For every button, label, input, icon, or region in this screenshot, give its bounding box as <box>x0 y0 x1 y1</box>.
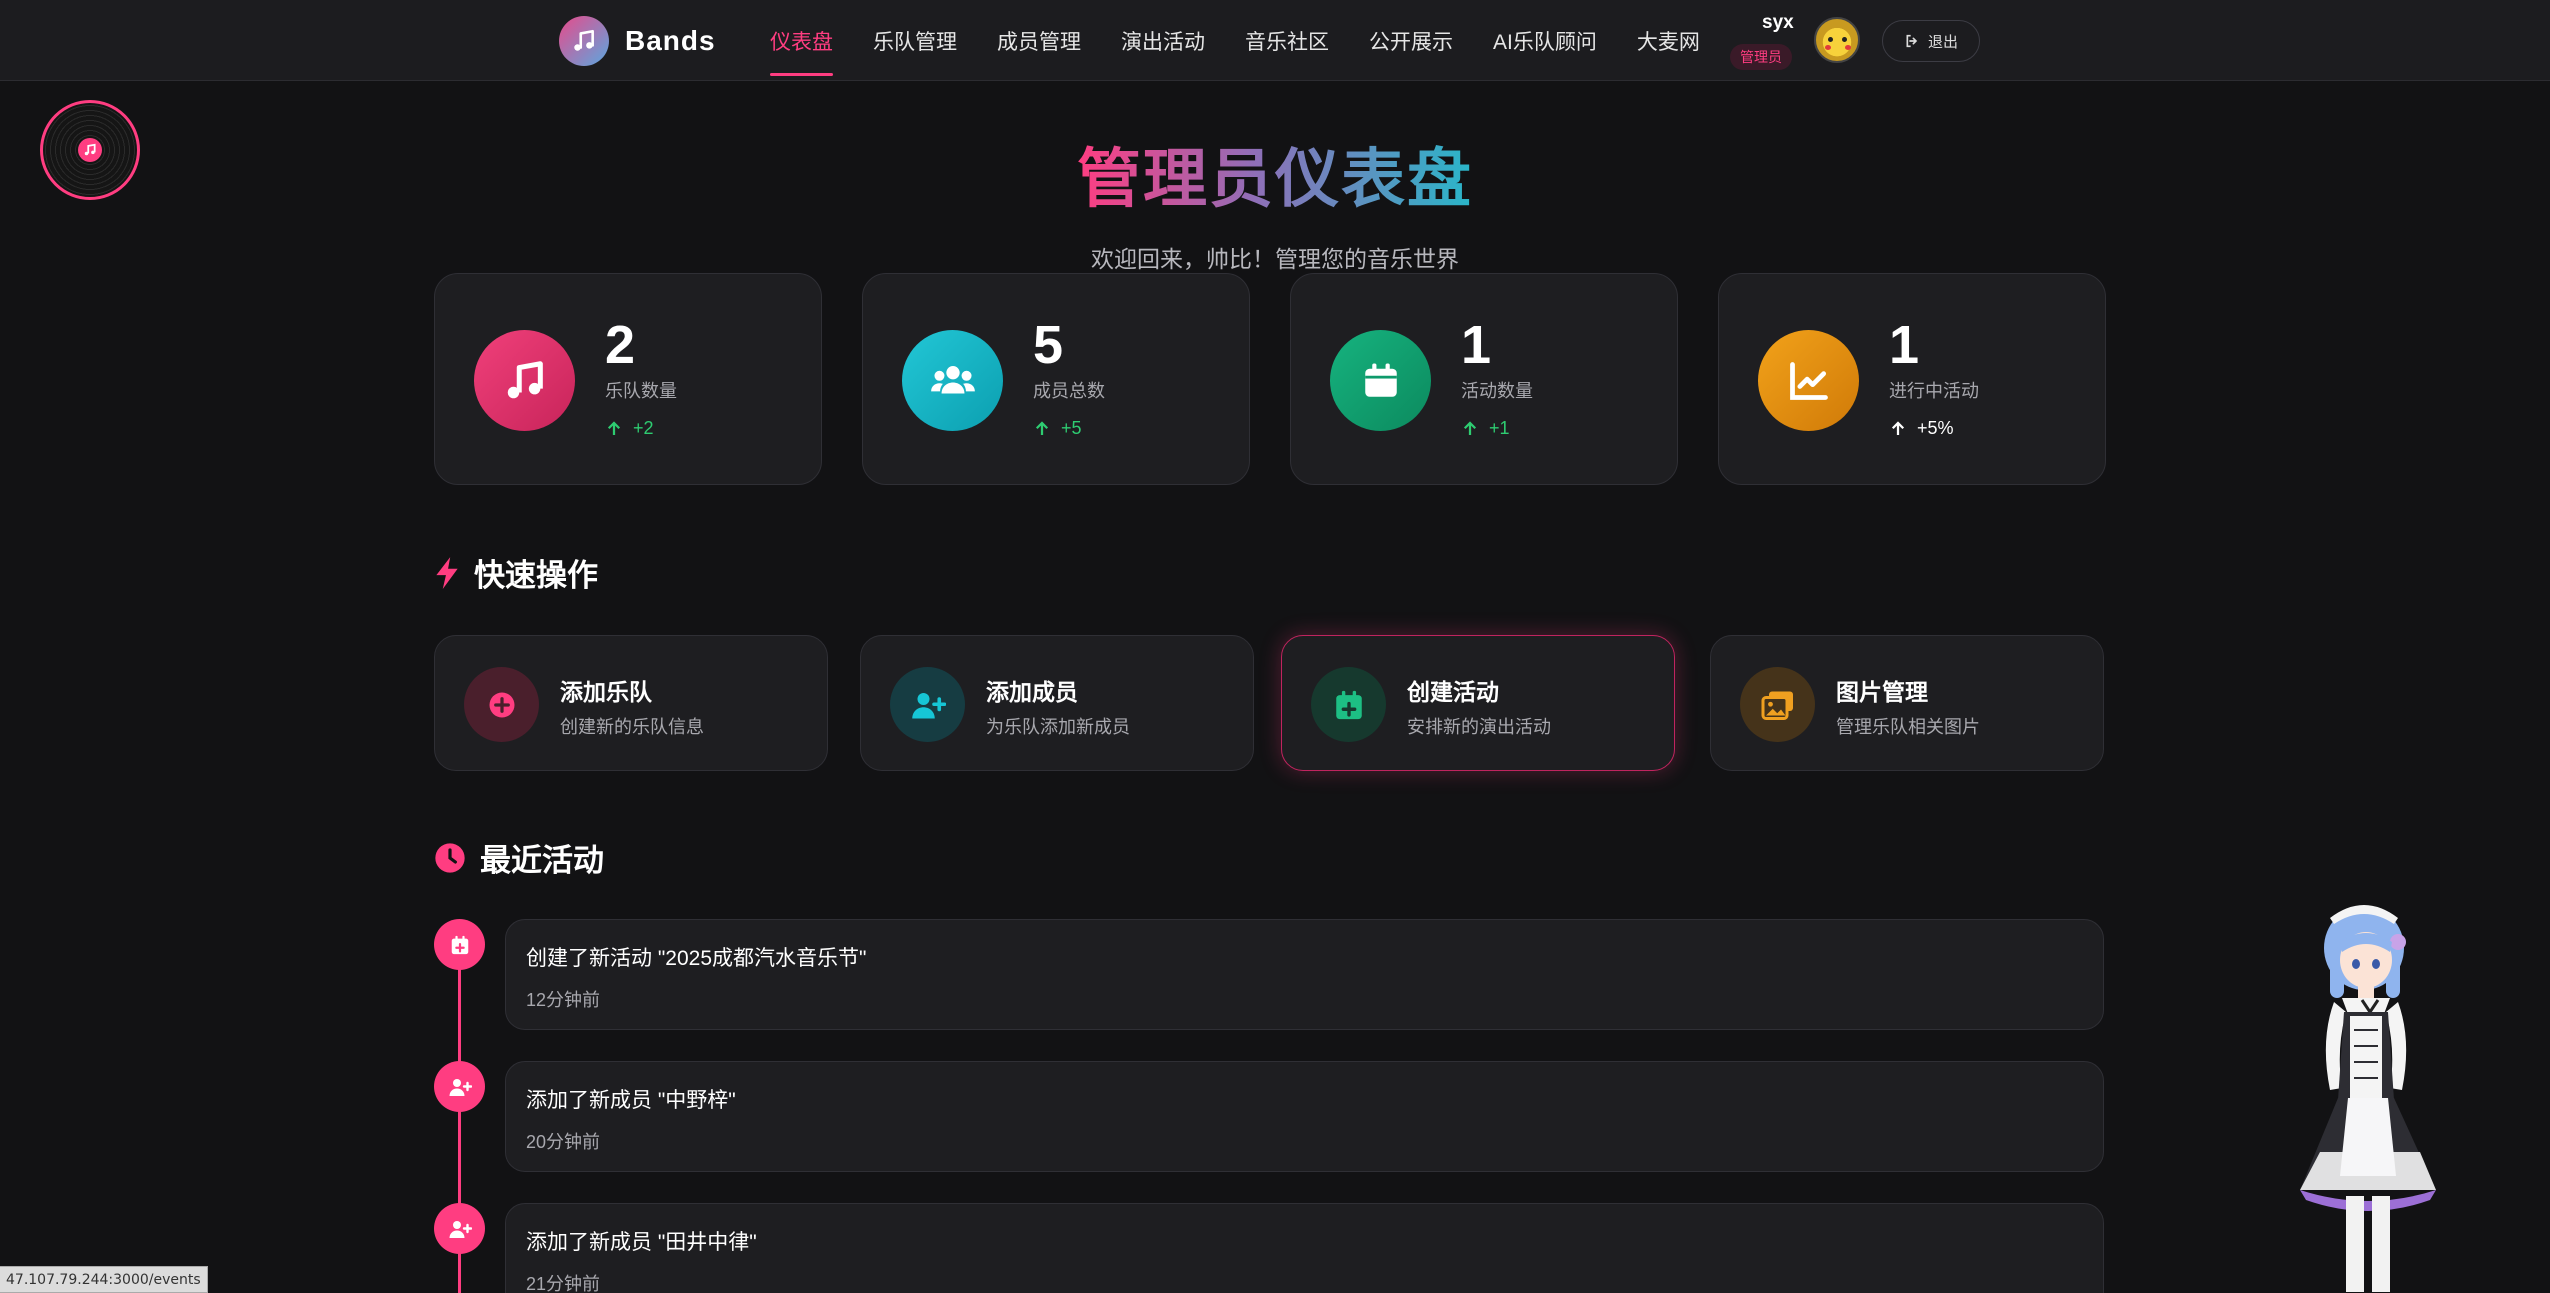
bolt-icon <box>436 556 458 589</box>
plus-circle-icon <box>464 667 539 742</box>
music-icon <box>474 330 575 431</box>
action-desc: 创建新的乐队信息 <box>560 717 704 737</box>
action-desc: 为乐队添加新成员 <box>986 717 1130 737</box>
timeline-item-time: 12分钟前 <box>526 990 601 1010</box>
action-desc: 管理乐队相关图片 <box>1836 717 1980 737</box>
brand-name: Bands <box>625 25 716 56</box>
stat-value: 2 <box>605 315 636 375</box>
stat-value: 5 <box>1033 315 1064 375</box>
nav-dashboard[interactable]: 仪表盘 <box>770 0 833 81</box>
user-name: syx <box>1762 12 1794 33</box>
calendar-plus-icon <box>434 919 485 970</box>
images-icon <box>1740 667 1815 742</box>
mascot-character[interactable] <box>2290 890 2450 1293</box>
nav-public-showcase[interactable]: 公开展示 <box>1369 0 1453 81</box>
stat-trend: +5 <box>1033 418 1082 439</box>
users-icon <box>902 330 1003 431</box>
stat-card-members: 5 成员总数 +5 <box>862 273 1250 485</box>
music-note-icon <box>559 16 609 66</box>
timeline-item-title: 添加了新成员 "中野梓" <box>526 1089 736 1112</box>
nav-damai[interactable]: 大麦网 <box>1637 0 1700 81</box>
main-nav: 仪表盘 乐队管理 成员管理 演出活动 音乐社区 公开展示 AI乐队顾问 大麦网 <box>770 0 1740 81</box>
role-badge: 管理员 <box>1730 44 1792 70</box>
nav-member-management[interactable]: 成员管理 <box>997 0 1081 81</box>
timeline-item[interactable]: 添加了新成员 "田井中律" 21分钟前 <box>505 1203 2104 1293</box>
user-plus-icon <box>434 1203 485 1254</box>
add-band-action[interactable]: 添加乐队 创建新的乐队信息 <box>434 635 828 771</box>
stat-value: 1 <box>1889 315 1920 375</box>
stat-label: 活动数量 <box>1461 381 1533 401</box>
user-plus-icon <box>434 1061 485 1112</box>
page-subtitle: 欢迎回来，帅比！管理您的音乐世界 <box>1091 246 1459 272</box>
stat-card-active-events: 1 进行中活动 +5% <box>1718 273 2106 485</box>
stat-label: 成员总数 <box>1033 381 1105 401</box>
timeline-item-title: 创建了新活动 "2025成都汽水音乐节" <box>526 947 867 970</box>
add-member-action[interactable]: 添加成员 为乐队添加新成员 <box>860 635 1254 771</box>
logout-label: 退出 <box>1927 33 1958 51</box>
calendar-icon <box>1330 330 1431 431</box>
arrow-up-icon <box>1891 420 1905 435</box>
top-navbar: Bands 仪表盘 乐队管理 成员管理 演出活动 音乐社区 公开展示 AI乐队顾… <box>0 0 2550 81</box>
stat-card-bands: 2 乐队数量 +2 <box>434 273 822 485</box>
image-management-action[interactable]: 图片管理 管理乐队相关图片 <box>1710 635 2104 771</box>
stat-label: 乐队数量 <box>605 381 677 401</box>
quick-actions-heading: 快速操作 <box>434 550 598 595</box>
nav-band-management[interactable]: 乐队管理 <box>873 0 957 81</box>
recent-activity-heading: 最近活动 <box>434 835 604 880</box>
stat-label: 进行中活动 <box>1889 381 1979 401</box>
sign-out-icon <box>1906 34 1918 48</box>
stat-card-events: 1 活动数量 +1 <box>1290 273 1678 485</box>
page-title: 管理员仪表盘 <box>1077 143 1473 215</box>
action-title: 添加成员 <box>986 679 1078 705</box>
timeline-item[interactable]: 创建了新活动 "2025成都汽水音乐节" 12分钟前 <box>505 919 2104 1030</box>
action-title: 添加乐队 <box>560 679 652 705</box>
arrow-up-icon <box>1035 420 1049 435</box>
timeline-item-time: 20分钟前 <box>526 1132 601 1152</box>
user-plus-icon <box>890 667 965 742</box>
nav-music-community[interactable]: 音乐社区 <box>1245 0 1329 81</box>
action-desc: 安排新的演出活动 <box>1407 717 1551 737</box>
logout-button[interactable]: 退出 <box>1882 20 1980 62</box>
timeline-item-title: 添加了新成员 "田井中律" <box>526 1231 757 1254</box>
user-avatar[interactable] <box>1814 17 1860 63</box>
timeline-item[interactable]: 添加了新成员 "中野梓" 20分钟前 <box>505 1061 2104 1172</box>
arrow-up-icon <box>607 420 621 435</box>
stat-value: 1 <box>1461 315 1492 375</box>
clock-icon <box>435 842 465 873</box>
action-title: 创建活动 <box>1407 679 1499 705</box>
stat-trend: +1 <box>1461 418 1510 439</box>
brand-logo[interactable]: Bands <box>559 16 716 66</box>
nav-ai-band-advisor[interactable]: AI乐队顾问 <box>1493 0 1597 81</box>
arrow-up-icon <box>1463 420 1477 435</box>
chart-line-icon <box>1758 330 1859 431</box>
status-bar-url: 47.107.79.244:3000/events <box>0 1266 208 1293</box>
create-event-action[interactable]: 创建活动 安排新的演出活动 <box>1281 635 1675 771</box>
timeline-item-time: 21分钟前 <box>526 1274 601 1293</box>
nav-performances[interactable]: 演出活动 <box>1121 0 1205 81</box>
action-title: 图片管理 <box>1836 679 1928 705</box>
calendar-plus-icon <box>1311 667 1386 742</box>
stat-trend: +2 <box>605 418 654 439</box>
stat-trend: +5% <box>1889 418 1954 439</box>
